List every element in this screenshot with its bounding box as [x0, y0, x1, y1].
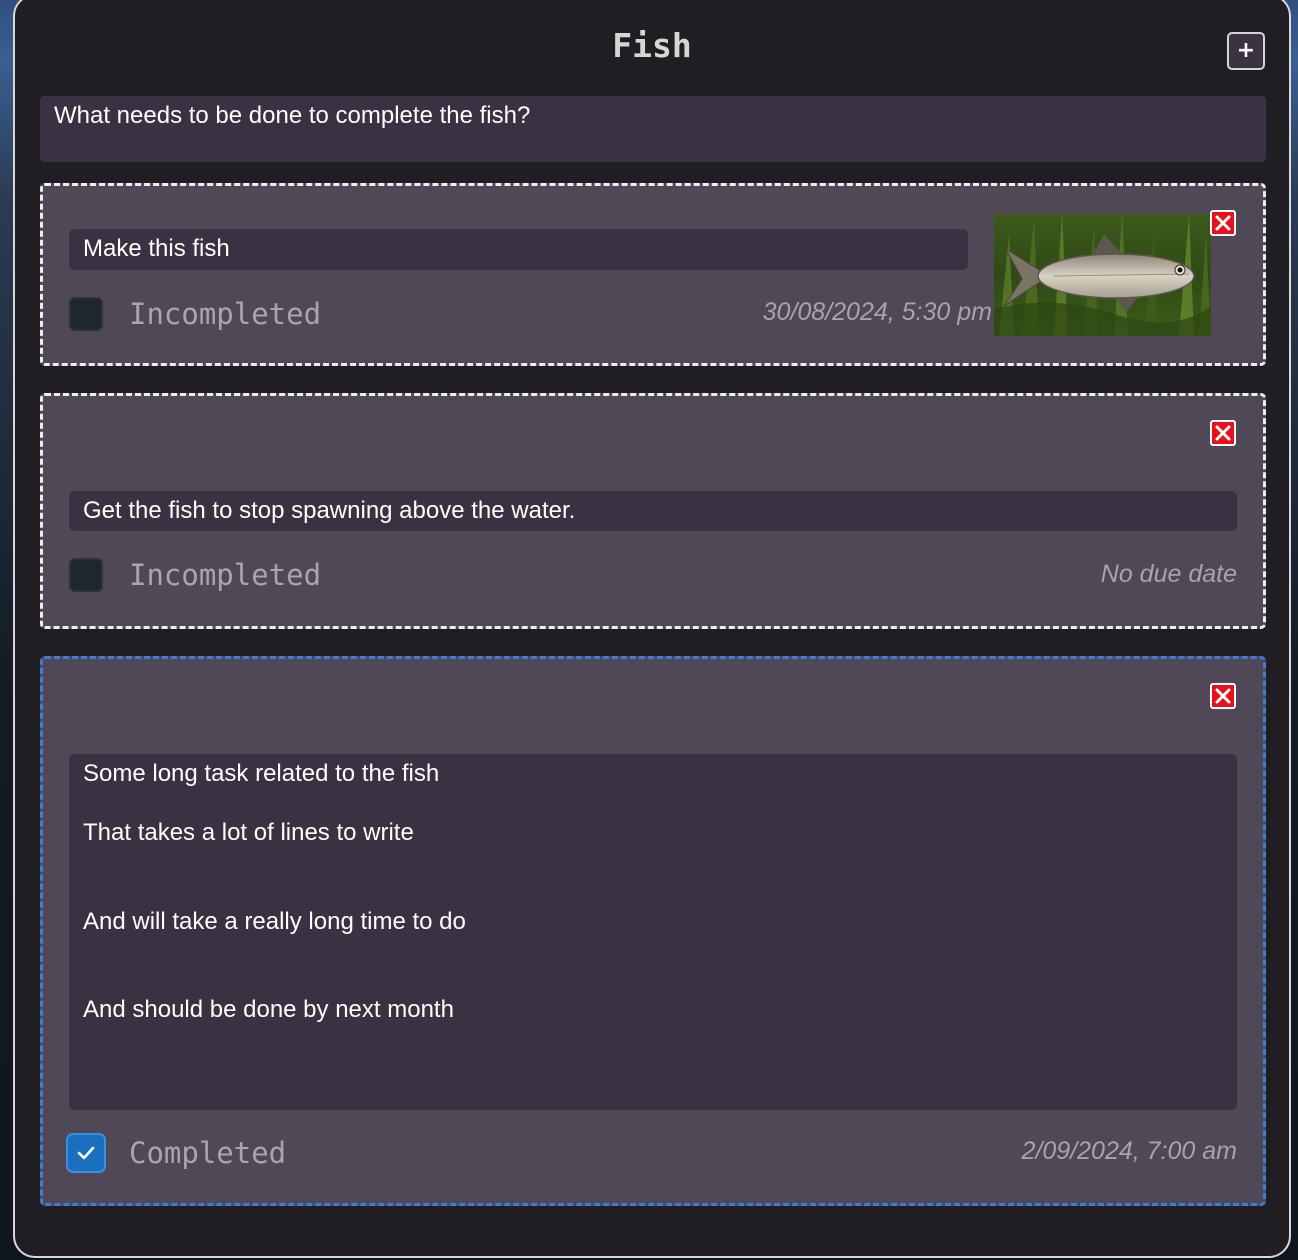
task-text-input[interactable]: Make this fish [69, 229, 968, 270]
task-card: Make this fish Incompleted 30/08/2024, 5… [40, 183, 1266, 366]
task-status-label: Incompleted [129, 558, 322, 592]
task-text-input[interactable]: Some long task related to the fish That … [69, 754, 1237, 1110]
task-checkbox[interactable] [66, 1133, 106, 1173]
task-status-label: Incompleted [129, 297, 322, 331]
delete-task-button[interactable] [1210, 683, 1236, 709]
task-due-date: 2/09/2024, 7:00 am [1021, 1137, 1237, 1165]
delete-task-button[interactable] [1210, 210, 1236, 236]
project-panel: Fish + What needs to be done to complete… [13, 0, 1291, 1258]
goal-input[interactable]: What needs to be done to complete the fi… [40, 96, 1266, 162]
close-icon [1215, 425, 1231, 441]
task-status-label: Completed [129, 1136, 287, 1170]
add-task-button[interactable]: + [1227, 32, 1265, 70]
close-icon [1215, 688, 1231, 704]
task-checkbox[interactable] [69, 297, 103, 331]
fish-image [994, 214, 1211, 336]
task-text-input[interactable]: Get the fish to stop spawning above the … [69, 491, 1237, 531]
task-due-date: 30/08/2024, 5:30 pm [762, 298, 992, 326]
close-icon [1215, 215, 1231, 231]
task-card: Get the fish to stop spawning above the … [40, 393, 1266, 629]
check-icon [77, 1146, 95, 1160]
panel-title: Fish [612, 26, 692, 65]
task-due-date: No due date [1100, 560, 1237, 588]
task-card: Some long task related to the fish That … [40, 656, 1266, 1206]
plus-icon: + [1236, 38, 1256, 63]
task-checkbox[interactable] [69, 558, 103, 592]
delete-task-button[interactable] [1210, 420, 1236, 446]
